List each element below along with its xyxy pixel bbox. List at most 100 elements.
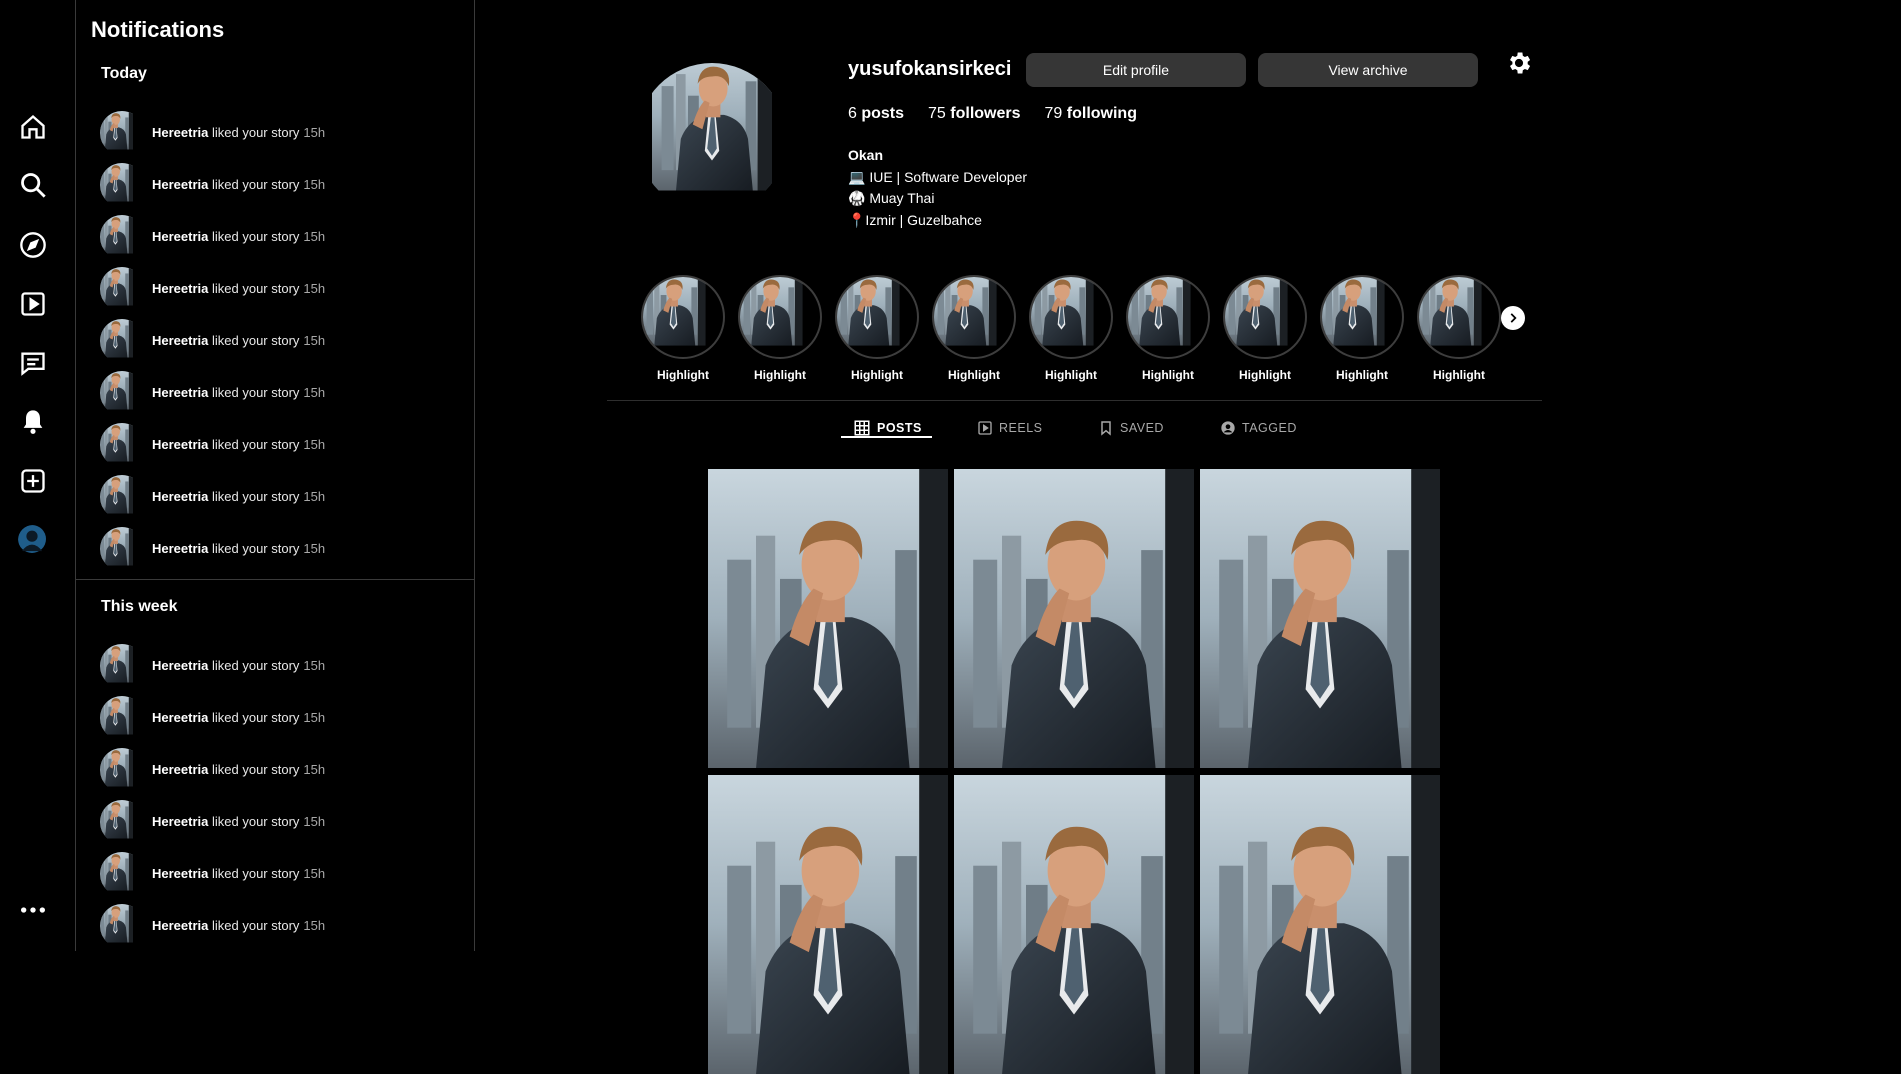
notification-time: 15h [303, 385, 326, 400]
profile-avatar[interactable] [18, 525, 48, 555]
edit-profile-button[interactable]: Edit profile [1026, 53, 1246, 87]
notification-user[interactable]: Hereetria [152, 229, 208, 244]
create-icon[interactable] [18, 466, 48, 496]
notification-avatar[interactable] [100, 748, 144, 792]
notification-user[interactable]: Hereetria [152, 814, 208, 829]
highlight-item[interactable]: Highlight [1029, 275, 1113, 382]
home-icon[interactable] [18, 112, 48, 142]
highlight-item[interactable]: Highlight [1417, 275, 1501, 382]
highlight-cover [1029, 275, 1113, 359]
notification-avatar[interactable] [100, 475, 144, 519]
notification-item[interactable]: Hereetria liked your story 15h [100, 694, 452, 740]
highlights-next-button[interactable] [1501, 306, 1525, 330]
post-thumbnail[interactable] [708, 469, 948, 768]
notification-action: liked your story [212, 541, 300, 556]
notification-avatar[interactable] [100, 423, 144, 467]
posts-stat[interactable]: 6 posts [848, 105, 904, 123]
notification-item[interactable]: Hereetria liked your story 15h [100, 798, 452, 844]
notification-item[interactable]: Hereetria liked your story 15h [100, 421, 452, 467]
notification-user[interactable]: Hereetria [152, 658, 208, 673]
notification-user[interactable]: Hereetria [152, 918, 208, 933]
notification-time: 15h [303, 710, 326, 725]
notification-user[interactable]: Hereetria [152, 437, 208, 452]
highlight-item[interactable]: Highlight [1126, 275, 1210, 382]
highlight-item[interactable]: Highlight [835, 275, 919, 382]
search-icon[interactable] [18, 170, 48, 200]
notification-item[interactable]: Hereetria liked your story 15h [100, 902, 452, 948]
followers-stat[interactable]: 75 followers [928, 105, 1020, 123]
notification-user[interactable]: Hereetria [152, 177, 208, 192]
messages-icon[interactable] [18, 348, 48, 378]
notification-avatar[interactable] [100, 163, 144, 207]
notification-user[interactable]: Hereetria [152, 333, 208, 348]
highlight-item[interactable]: Highlight [738, 275, 822, 382]
notification-item[interactable]: Hereetria liked your story 15h [100, 473, 452, 519]
notification-time: 15h [303, 437, 326, 452]
reels-icon[interactable] [18, 289, 48, 319]
notification-time: 15h [303, 125, 326, 140]
highlight-item[interactable]: Highlight [932, 275, 1016, 382]
username: yusufokansirkeci [848, 58, 1012, 80]
tab-saved[interactable]: SAVED [1098, 416, 1164, 440]
tab-reels-label: REELS [999, 421, 1043, 435]
notification-item[interactable]: Hereetria liked your story 15h [100, 109, 452, 155]
notification-item[interactable]: Hereetria liked your story 15h [100, 642, 452, 688]
notification-item[interactable]: Hereetria liked your story 15h [100, 317, 452, 363]
notification-avatar[interactable] [100, 371, 144, 415]
notification-item[interactable]: Hereetria liked your story 15h [100, 746, 452, 792]
notification-item[interactable]: Hereetria liked your story 15h [100, 213, 452, 259]
notification-avatar[interactable] [100, 111, 144, 155]
notification-text: Hereetria liked your story 15h [152, 385, 325, 400]
notification-user[interactable]: Hereetria [152, 385, 208, 400]
notification-action: liked your story [212, 177, 300, 192]
notification-avatar[interactable] [100, 800, 144, 844]
notification-user[interactable]: Hereetria [152, 710, 208, 725]
notification-avatar[interactable] [100, 527, 144, 571]
notification-user[interactable]: Hereetria [152, 281, 208, 296]
notification-avatar[interactable] [100, 852, 144, 896]
notification-text: Hereetria liked your story 15h [152, 125, 325, 140]
notification-text: Hereetria liked your story 15h [152, 658, 325, 673]
tab-tagged[interactable]: TAGGED [1220, 416, 1297, 440]
notification-avatar[interactable] [100, 644, 144, 688]
notification-avatar[interactable] [100, 267, 144, 311]
notification-avatar[interactable] [100, 319, 144, 363]
notification-user[interactable]: Hereetria [152, 866, 208, 881]
post-thumbnail[interactable] [1200, 775, 1440, 1074]
notification-user[interactable]: Hereetria [152, 762, 208, 777]
settings-gear-icon[interactable] [1505, 49, 1533, 77]
profile-picture[interactable] [637, 63, 787, 213]
notification-avatar[interactable] [100, 215, 144, 259]
highlight-item[interactable]: Highlight [1223, 275, 1307, 382]
more-icon[interactable] [18, 895, 48, 925]
highlight-item[interactable]: Highlight [1320, 275, 1404, 382]
notification-avatar[interactable] [100, 904, 144, 948]
notification-item[interactable]: Hereetria liked your story 15h [100, 369, 452, 415]
notification-time: 15h [303, 866, 326, 881]
view-archive-button[interactable]: View archive [1258, 53, 1478, 87]
notification-user[interactable]: Hereetria [152, 489, 208, 504]
notification-text: Hereetria liked your story 15h [152, 918, 325, 933]
notification-item[interactable]: Hereetria liked your story 15h [100, 161, 452, 207]
notification-user[interactable]: Hereetria [152, 125, 208, 140]
explore-icon[interactable] [18, 230, 48, 260]
notification-action: liked your story [212, 437, 300, 452]
followers-count: 75 [928, 105, 946, 122]
notifications-icon[interactable] [18, 407, 48, 437]
highlight-item[interactable]: Highlight [641, 275, 725, 382]
notification-item[interactable]: Hereetria liked your story 15h [100, 850, 452, 896]
bio-line: 💻 IUE | Software Developer [848, 168, 1028, 185]
highlight-label: Highlight [1336, 368, 1388, 382]
notification-user[interactable]: Hereetria [152, 541, 208, 556]
notification-item[interactable]: Hereetria liked your story 15h [100, 265, 452, 311]
following-stat[interactable]: 79 following [1045, 105, 1137, 123]
post-thumbnail[interactable] [954, 775, 1194, 1074]
post-thumbnail[interactable] [1200, 469, 1440, 768]
notification-item[interactable]: Hereetria liked your story 15h [100, 525, 452, 571]
notification-avatar[interactable] [100, 696, 144, 740]
notification-action: liked your story [212, 710, 300, 725]
post-thumbnail[interactable] [954, 469, 1194, 768]
post-thumbnail[interactable] [708, 775, 948, 1074]
notification-time: 15h [303, 333, 326, 348]
tab-reels[interactable]: REELS [977, 416, 1043, 440]
